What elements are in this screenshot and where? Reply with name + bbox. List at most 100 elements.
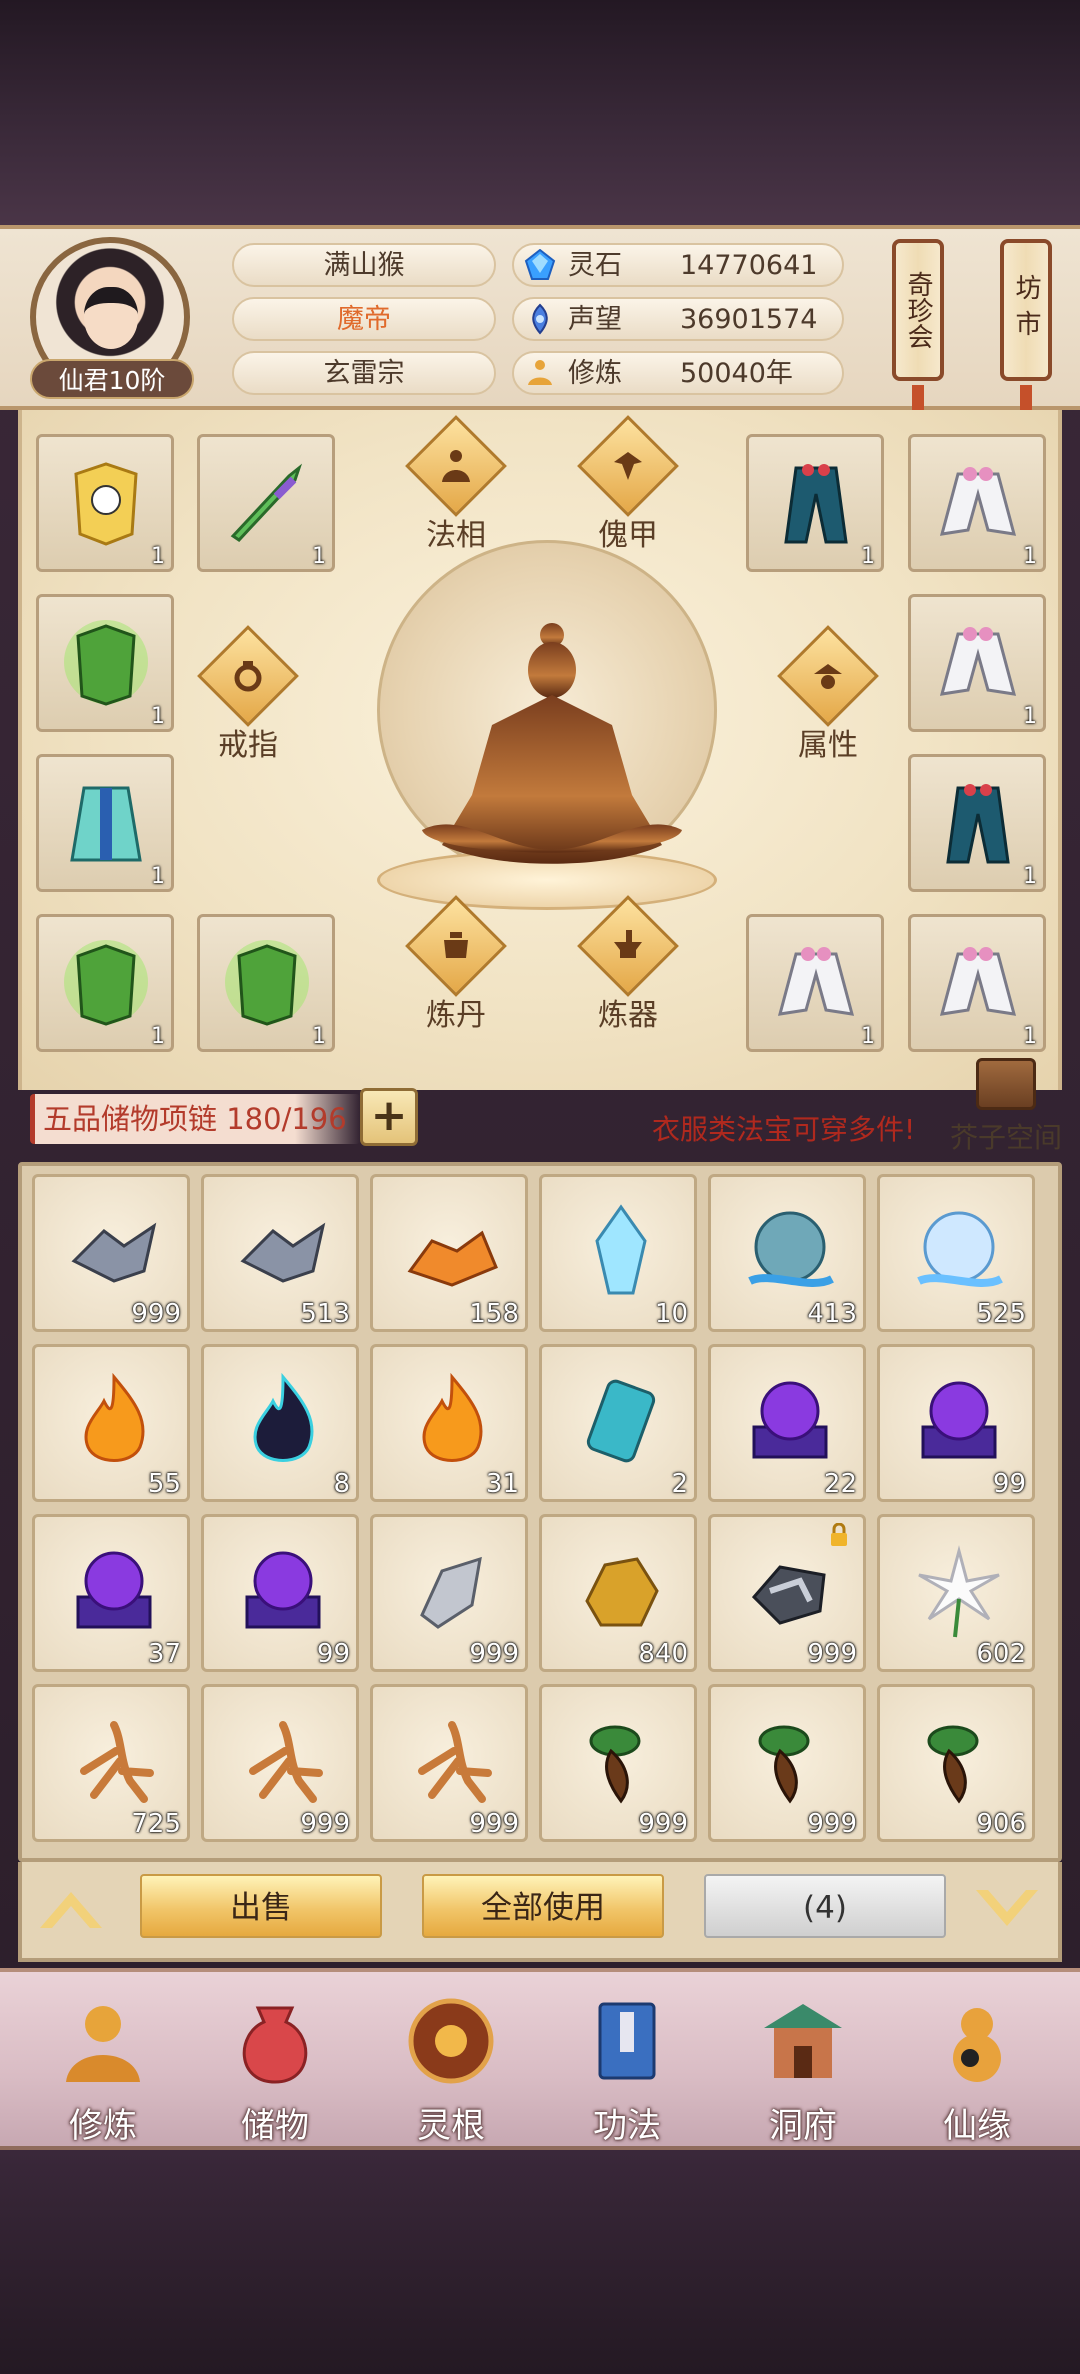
- treasure-auction-button[interactable]: 奇珍会: [892, 239, 944, 381]
- inventory-slot[interactable]: 906: [877, 1684, 1035, 1842]
- nav-fate[interactable]: 仙缘: [902, 1994, 1052, 2146]
- nav-spirit-root[interactable]: 灵根: [376, 1994, 526, 2146]
- stat-label: 灵石: [568, 250, 622, 281]
- item-count: 1: [312, 1024, 326, 1049]
- inventory-slot[interactable]: 99: [877, 1344, 1035, 1502]
- inventory-slot[interactable]: 525: [877, 1174, 1035, 1332]
- anvil-icon: [614, 930, 642, 958]
- pouch-icon: [242, 2006, 308, 2084]
- nav-storage[interactable]: 储物: [200, 1994, 350, 2146]
- item-count: 10: [654, 1299, 688, 1329]
- inventory-slot[interactable]: 8: [201, 1344, 359, 1502]
- nav-label: 仙缘: [943, 2106, 1011, 2146]
- inventory-slot[interactable]: 513: [201, 1174, 359, 1332]
- inventory-slot[interactable]: 2: [539, 1344, 697, 1502]
- bottom-background: [0, 2150, 1080, 2374]
- forging-button[interactable]: 炼器: [577, 895, 679, 1040]
- market-button[interactable]: 坊市: [1000, 239, 1052, 381]
- fire-flame-icon: [422, 1372, 483, 1462]
- inventory-slot[interactable]: 413: [708, 1174, 866, 1332]
- hat-icon: [814, 664, 842, 689]
- inventory-slot[interactable]: 999: [370, 1684, 528, 1842]
- equipment-slot[interactable]: 1: [908, 914, 1046, 1052]
- inventory-slot[interactable]: 999: [32, 1174, 190, 1332]
- equipment-slot[interactable]: 1: [908, 434, 1046, 572]
- attributes-label: 属性: [798, 728, 858, 763]
- inventory-slot[interactable]: 10: [539, 1174, 697, 1332]
- puppet-armor-button[interactable]: 傀甲: [577, 415, 679, 560]
- use-all-button[interactable]: 全部使用: [422, 1874, 664, 1938]
- inventory-slot[interactable]: 999: [370, 1514, 528, 1672]
- nav-cave[interactable]: 洞府: [728, 1994, 878, 2146]
- nav-label: 储物: [241, 2106, 309, 2146]
- inventory-slot[interactable]: 840: [539, 1514, 697, 1672]
- inventory-slot[interactable]: 999: [708, 1684, 866, 1842]
- purple-orb-icon: [921, 1381, 997, 1459]
- cyan-robe-icon: [70, 786, 142, 862]
- page-down-arrow-icon[interactable]: [972, 1884, 1042, 1934]
- item-count: 1: [1023, 1024, 1037, 1049]
- forging-label: 炼器: [598, 998, 658, 1033]
- equipment-slot[interactable]: 1: [908, 754, 1046, 892]
- purple-orb-icon: [76, 1551, 152, 1629]
- stat-value: 14770641: [680, 250, 818, 281]
- equipment-slot[interactable]: 1: [36, 754, 174, 892]
- inventory-slot[interactable]: 725: [32, 1684, 190, 1842]
- nav-cultivate[interactable]: 修炼: [28, 1994, 178, 2146]
- expand-bag-button[interactable]: +: [360, 1088, 418, 1146]
- cultivation-icon: [528, 360, 552, 385]
- herb-root-icon: [589, 1725, 641, 1804]
- equipment-slot[interactable]: 1: [746, 434, 884, 572]
- inventory-slot[interactable]: 999: [201, 1684, 359, 1842]
- lock-icon: [831, 1523, 847, 1546]
- top-background: [0, 0, 1080, 225]
- golden-armor-icon: [74, 462, 138, 546]
- equipment-slot[interactable]: 1: [197, 914, 335, 1052]
- alchemy-button[interactable]: 炼丹: [405, 895, 507, 1040]
- stat-cultivation: 修炼 50040年: [512, 351, 844, 395]
- item-count: 55: [147, 1469, 181, 1499]
- inventory-slot[interactable]: 602: [877, 1514, 1035, 1672]
- inventory-slot[interactable]: 999: [539, 1684, 697, 1842]
- cultivate-icon: [66, 2006, 140, 2082]
- item-count: 31: [485, 1469, 519, 1499]
- bag-capacity-label: 五品储物项链 180/196: [30, 1094, 360, 1144]
- herb-root-icon: [758, 1725, 810, 1804]
- dharma-form-button[interactable]: 法相: [405, 415, 507, 560]
- equipment-slot[interactable]: 1: [197, 434, 335, 572]
- ring-button[interactable]: 戒指: [197, 625, 299, 770]
- rank-badge: 仙君10阶: [30, 359, 194, 399]
- equipment-slot[interactable]: 1: [36, 594, 174, 732]
- attributes-button[interactable]: 属性: [777, 625, 879, 770]
- avatar-face: [84, 287, 138, 349]
- item-count: 999: [131, 1299, 181, 1329]
- herb-root-icon: [927, 1725, 979, 1804]
- nav-skills[interactable]: 功法: [552, 1994, 702, 2146]
- inventory-slot[interactable]: 99: [201, 1514, 359, 1672]
- selected-count-button[interactable]: (4): [704, 1874, 946, 1938]
- nav-label: 洞府: [769, 2106, 837, 2146]
- bag-capacity: 180/196: [226, 1102, 347, 1136]
- nav-label: 修炼: [69, 2106, 137, 2146]
- inventory-slot[interactable]: 22: [708, 1344, 866, 1502]
- chest-icon: [976, 1058, 1036, 1110]
- white-flower-icon: [918, 1545, 1000, 1638]
- mustard-space-button[interactable]: 芥子空间: [948, 1058, 1064, 1158]
- green-armor-icon: [64, 620, 148, 706]
- green-armor-icon: [225, 940, 309, 1026]
- inventory-slot[interactable]: 158: [370, 1174, 528, 1332]
- equipment-slot[interactable]: 1: [36, 914, 174, 1052]
- inventory-slot[interactable]: 37: [32, 1514, 190, 1672]
- item-count: 158: [469, 1299, 519, 1329]
- sell-button[interactable]: 出售: [140, 1874, 382, 1938]
- equipment-slot[interactable]: 1: [746, 914, 884, 1052]
- inventory-slot[interactable]: 31: [370, 1344, 528, 1502]
- ring-label: 戒指: [218, 728, 278, 763]
- player-title: 魔帝: [232, 297, 496, 341]
- inventory-slot[interactable]: 999: [708, 1514, 866, 1672]
- equipment-slot[interactable]: 1: [36, 434, 174, 572]
- equipment-slot[interactable]: 1: [908, 594, 1046, 732]
- item-count: 1: [1023, 544, 1037, 569]
- inventory-slot[interactable]: 55: [32, 1344, 190, 1502]
- page-up-arrow-icon[interactable]: [36, 1884, 106, 1934]
